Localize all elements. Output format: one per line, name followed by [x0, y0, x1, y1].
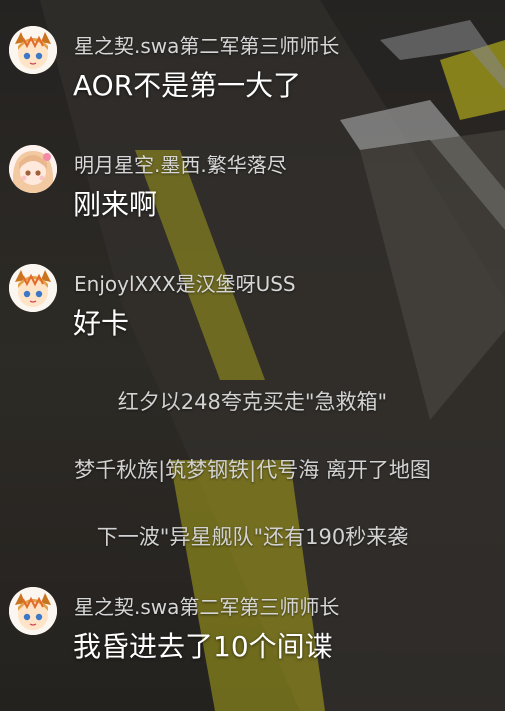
horned-avatar-icon[interactable] [9, 26, 57, 74]
chat-message: EnjoylXXX是汉堡呀USS 好卡 [9, 264, 499, 340]
chat-overlay: 星之契.swa第二军第三师师长 AOR不是第一大了 明月星空.墨西.繁华落尽 刚… [0, 0, 505, 711]
message-text: 我昏进去了10个间谍 [73, 630, 333, 663]
username[interactable]: 星之契.swa第二军第三师师长 [74, 591, 339, 620]
message-text: 好卡 [73, 307, 130, 340]
chat-message: 星之契.swa第二军第三师师长 我昏进去了10个间谍 [9, 587, 499, 663]
username[interactable]: 星之契.swa第二军第三师师长 [74, 30, 339, 59]
chat-message: 星之契.swa第二军第三师师长 AOR不是第一大了 [9, 26, 499, 102]
username[interactable]: 明月星空.墨西.繁华落尽 [74, 149, 287, 178]
username[interactable]: EnjoylXXX是汉堡呀USS [74, 268, 296, 297]
message-text: 刚来啊 [73, 188, 158, 221]
message-text: AOR不是第一大了 [73, 69, 302, 102]
horned-avatar-icon[interactable] [9, 264, 57, 312]
chat-message: 明月星空.墨西.繁华落尽 刚来啊 [9, 145, 499, 221]
horned-avatar-icon[interactable] [9, 587, 57, 635]
system-notice: 下一波"异星舰队"还有190秒来袭 [96, 525, 409, 549]
system-notice: 红夕以248夸克买走"急救箱" [117, 390, 388, 414]
girl-avatar-icon[interactable] [9, 145, 57, 193]
system-notice: 梦千秋族|筑梦钢铁|代号海 离开了地图 [74, 458, 431, 482]
